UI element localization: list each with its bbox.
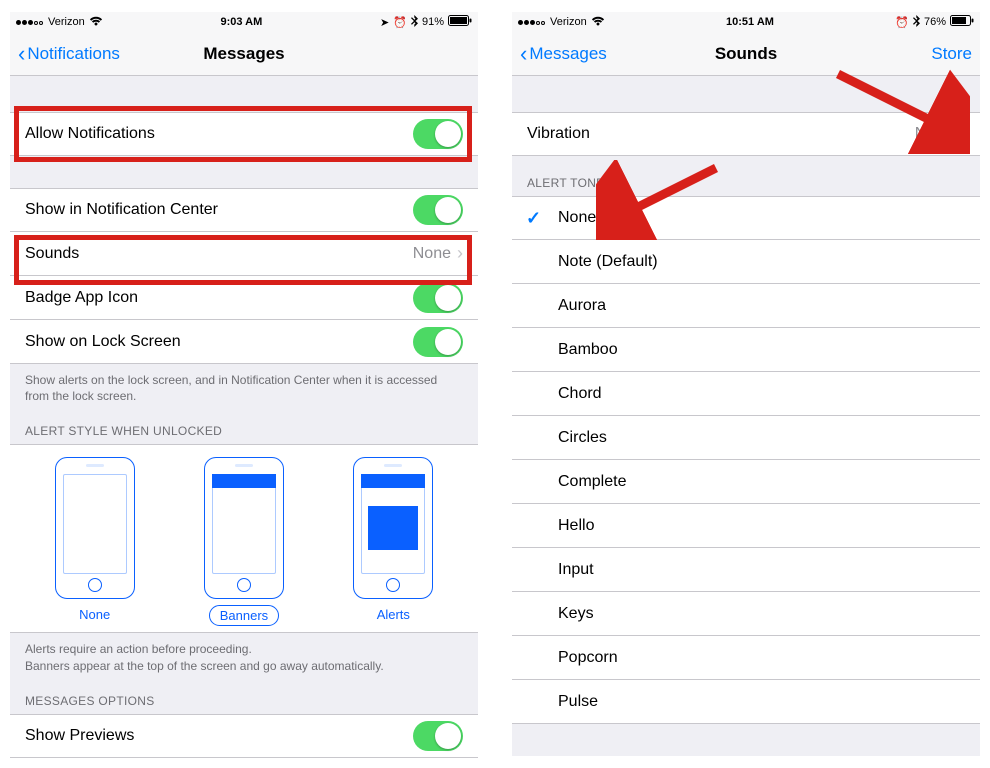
battery-icon	[950, 15, 974, 29]
carrier-label: Verizon	[550, 16, 587, 28]
tone-label: Bamboo	[558, 341, 618, 359]
alarm-icon: ⏰	[393, 16, 407, 29]
store-button[interactable]: Store	[931, 44, 972, 64]
tone-row[interactable]: Chord	[512, 372, 980, 416]
chevron-left-icon: ‹	[520, 43, 527, 65]
row-show-on-lock[interactable]: Show on Lock Screen	[10, 320, 478, 364]
alert-style-banners[interactable]: Banners	[204, 457, 284, 626]
carrier-label: Verizon	[48, 16, 85, 28]
toggle-on-icon[interactable]	[413, 195, 463, 225]
row-allow-notifications[interactable]: Allow Notifications	[10, 112, 478, 156]
back-button[interactable]: ‹ Messages	[520, 43, 607, 65]
alert-style-alerts[interactable]: Alerts	[353, 457, 433, 626]
status-time: 10:51 AM	[726, 16, 774, 28]
signal-dots-icon	[518, 16, 546, 28]
tone-label: Hello	[558, 517, 594, 535]
tone-row[interactable]: Bamboo	[512, 328, 980, 372]
tone-label: Pulse	[558, 693, 598, 711]
tone-label: None	[558, 209, 596, 227]
tone-label: Input	[558, 561, 594, 579]
tone-row[interactable]: Note (Default)	[512, 240, 980, 284]
bluetooth-icon	[411, 15, 418, 30]
row-vibration[interactable]: Vibration None ›	[512, 112, 980, 156]
row-value: None	[915, 125, 953, 143]
tone-label: Note (Default)	[558, 253, 658, 271]
battery-pct: 91%	[422, 16, 444, 28]
row-badge-app-icon[interactable]: Badge App Icon	[10, 276, 478, 320]
tone-row[interactable]: Popcorn	[512, 636, 980, 680]
row-label: Show Previews	[25, 727, 134, 745]
tone-label: Circles	[558, 429, 607, 447]
tone-row[interactable]: ✓ None	[512, 196, 980, 240]
chevron-right-icon: ›	[457, 243, 463, 264]
status-time: 9:03 AM	[220, 16, 262, 28]
nav-bar: ‹ Notifications Messages	[10, 32, 478, 76]
phone-outline-icon	[353, 457, 433, 599]
battery-icon	[448, 15, 472, 29]
header-alert-tones: ALERT TONES	[512, 156, 980, 196]
row-label: Allow Notifications	[25, 125, 155, 143]
checkmark-icon: ✓	[526, 208, 541, 229]
tone-row[interactable]: Aurora	[512, 284, 980, 328]
back-label: Notifications	[27, 44, 120, 64]
row-label: Badge App Icon	[25, 289, 138, 307]
bluetooth-icon	[913, 15, 920, 30]
row-show-previews[interactable]: Show Previews	[10, 714, 478, 758]
tone-row[interactable]: Circles	[512, 416, 980, 460]
toggle-on-icon[interactable]	[413, 283, 463, 313]
status-bar: Verizon 9:03 AM ➤ ⏰ 91%	[10, 12, 478, 32]
tone-label: Popcorn	[558, 649, 618, 667]
toggle-on-icon[interactable]	[413, 327, 463, 357]
location-icon: ➤	[380, 16, 389, 29]
toggle-on-icon[interactable]	[413, 119, 463, 149]
row-label: Vibration	[527, 125, 590, 143]
battery-pct: 76%	[924, 16, 946, 28]
spacer	[10, 156, 478, 188]
phone-outline-icon	[204, 457, 284, 599]
chevron-right-icon: ›	[959, 124, 965, 145]
nav-bar: ‹ Messages Sounds Store	[512, 32, 980, 76]
left-screenshot: Verizon 9:03 AM ➤ ⏰ 91% ‹ Notifications …	[10, 12, 478, 756]
tone-row[interactable]: Hello	[512, 504, 980, 548]
row-label: Show in Notification Center	[25, 201, 218, 219]
wifi-icon	[591, 16, 605, 29]
phone-outline-icon	[55, 457, 135, 599]
header-alert-style: ALERT STYLE WHEN UNLOCKED	[10, 410, 478, 444]
alarm-icon: ⏰	[895, 16, 909, 29]
footer-note-lock: Show alerts on the lock screen, and in N…	[10, 364, 478, 410]
toggle-on-icon[interactable]	[413, 721, 463, 751]
right-screenshot: Verizon 10:51 AM ⏰ 76% ‹ Messages Sounds…	[512, 12, 980, 756]
tone-label: Aurora	[558, 297, 606, 315]
row-label: Sounds	[25, 245, 79, 263]
tones-list: ✓ None Note (Default) Aurora Bamboo Chord Circ…	[512, 196, 980, 724]
alert-style-label: Alerts	[367, 605, 420, 624]
signal-dots-icon	[16, 16, 44, 28]
header-messages-options: MESSAGES OPTIONS	[10, 680, 478, 714]
wifi-icon	[89, 16, 103, 29]
tone-row[interactable]: Complete	[512, 460, 980, 504]
alert-style-row: None Banners Alerts	[10, 444, 478, 633]
row-value: None	[413, 245, 451, 263]
tone-label: Chord	[558, 385, 602, 403]
alert-style-label: Banners	[209, 605, 279, 626]
status-bar: Verizon 10:51 AM ⏰ 76%	[512, 12, 980, 32]
spacer	[512, 76, 980, 112]
tone-row[interactable]: Keys	[512, 592, 980, 636]
row-sounds[interactable]: Sounds None ›	[10, 232, 478, 276]
alert-style-label: None	[69, 605, 120, 624]
chevron-left-icon: ‹	[18, 43, 25, 65]
tone-label: Keys	[558, 605, 594, 623]
back-button[interactable]: ‹ Notifications	[18, 43, 120, 65]
alert-style-none[interactable]: None	[55, 457, 135, 626]
row-label: Show on Lock Screen	[25, 333, 181, 351]
spacer	[10, 76, 478, 112]
tone-row[interactable]: Pulse	[512, 680, 980, 724]
back-label: Messages	[529, 44, 606, 64]
footer-note-alerts: Alerts require an action before proceedi…	[10, 633, 478, 679]
row-show-in-nc[interactable]: Show in Notification Center	[10, 188, 478, 232]
tone-label: Complete	[558, 473, 626, 491]
tone-row[interactable]: Input	[512, 548, 980, 592]
